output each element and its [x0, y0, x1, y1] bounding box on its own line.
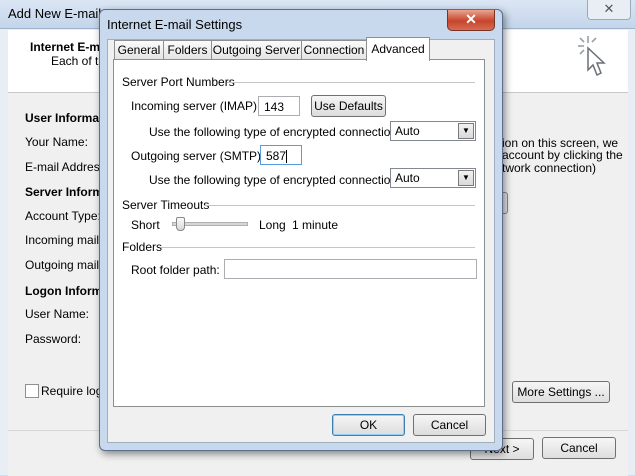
- tab-general[interactable]: General: [114, 40, 164, 60]
- your-name-label: Your Name:: [25, 135, 88, 149]
- require-logon-checkbox[interactable]: [25, 384, 39, 398]
- user-info-heading: User Informa: [25, 111, 100, 125]
- close-icon: ✕: [465, 11, 477, 27]
- password-label: Password:: [25, 332, 82, 346]
- outgoing-encryption-label: Use the following type of encrypted conn…: [149, 173, 401, 187]
- dialog-cancel-button[interactable]: Cancel: [413, 414, 486, 436]
- wizard-header-subtitle: Each of th: [51, 54, 106, 68]
- server-port-numbers-heading: Server Port Numbers: [122, 75, 235, 89]
- timeout-slider-thumb[interactable]: [176, 217, 185, 231]
- cursor-sparkle-icon: [574, 34, 614, 80]
- use-defaults-button[interactable]: Use Defaults: [311, 95, 386, 117]
- more-settings-button[interactable]: More Settings ...: [512, 381, 610, 403]
- background-cancel-button[interactable]: Cancel: [542, 437, 616, 459]
- info-text-line2: account by clicking the: [502, 148, 623, 162]
- incoming-encryption-label: Use the following type of encrypted conn…: [149, 125, 401, 139]
- outgoing-port-value: 587: [266, 149, 287, 163]
- incoming-server-label: Incoming server (IMAP):: [131, 99, 261, 113]
- timeout-slider[interactable]: [170, 216, 248, 232]
- email-address-label: E-mail Address:: [25, 160, 110, 174]
- outgoing-server-label: Outgoing server (SMTP):: [131, 149, 265, 163]
- window-close-button[interactable]: ✕: [587, 0, 631, 20]
- server-info-heading: Server Inform: [25, 185, 104, 199]
- account-type-label: Account Type:: [25, 209, 101, 223]
- window-title: Add New E-mail A: [8, 6, 113, 21]
- outgoing-encryption-value: Auto: [395, 171, 420, 185]
- dialog-close-button[interactable]: ✕: [447, 10, 495, 31]
- tab-folders[interactable]: Folders: [163, 40, 212, 60]
- wizard-header-title: Internet E-m: [30, 40, 101, 54]
- root-folder-label: Root folder path:: [131, 263, 220, 277]
- folders-heading: Folders: [122, 240, 163, 254]
- incoming-port-input[interactable]: 143: [258, 96, 300, 116]
- timeout-value: 1 minute: [292, 218, 339, 232]
- ok-button[interactable]: OK: [332, 414, 405, 436]
- tab-advanced[interactable]: Advanced: [366, 37, 430, 61]
- server-timeouts-heading: Server Timeouts: [122, 198, 210, 212]
- timeout-short-label: Short: [131, 218, 160, 232]
- info-text-line3: twork connection): [502, 161, 597, 175]
- outgoing-port-input[interactable]: 587: [260, 145, 302, 165]
- user-name-label: User Name:: [25, 307, 90, 321]
- tab-outgoing-server[interactable]: Outgoing Server: [211, 40, 302, 60]
- close-icon: ✕: [603, 1, 615, 16]
- incoming-encryption-select[interactable]: Auto ▼: [390, 121, 476, 141]
- timeout-long-label: Long: [259, 218, 286, 232]
- chevron-down-icon: ▼: [458, 170, 474, 186]
- incoming-encryption-value: Auto: [395, 124, 420, 138]
- root-folder-input[interactable]: [224, 259, 477, 279]
- chevron-down-icon: ▼: [458, 123, 474, 139]
- dialog-title: Internet E-mail Settings: [107, 17, 243, 32]
- outgoing-encryption-select[interactable]: Auto ▼: [390, 168, 476, 188]
- logon-info-heading: Logon Inform: [25, 284, 103, 298]
- tab-connection[interactable]: Connection: [301, 40, 367, 60]
